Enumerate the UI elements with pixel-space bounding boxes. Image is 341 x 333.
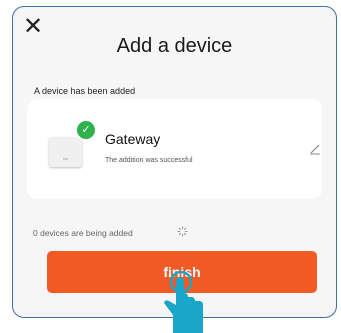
check-circle-icon: ✓ xyxy=(75,119,97,141)
close-icon[interactable]: ✕ xyxy=(23,15,43,39)
device-led xyxy=(63,158,68,160)
adding-status-text: 0 devices are being added xyxy=(33,228,133,238)
device-card[interactable]: ✓ Gateway The addition was successful xyxy=(27,99,322,199)
pointing-hand-icon xyxy=(164,271,203,333)
edit-pencil-icon[interactable] xyxy=(309,143,321,155)
loading-spinner-icon xyxy=(177,226,188,237)
device-status: The addition was successful xyxy=(105,157,193,164)
gateway-device-icon xyxy=(49,137,82,167)
device-name: Gateway xyxy=(105,131,161,147)
section-label: A device has been added xyxy=(34,86,136,96)
page-title: Add a device xyxy=(116,35,233,57)
